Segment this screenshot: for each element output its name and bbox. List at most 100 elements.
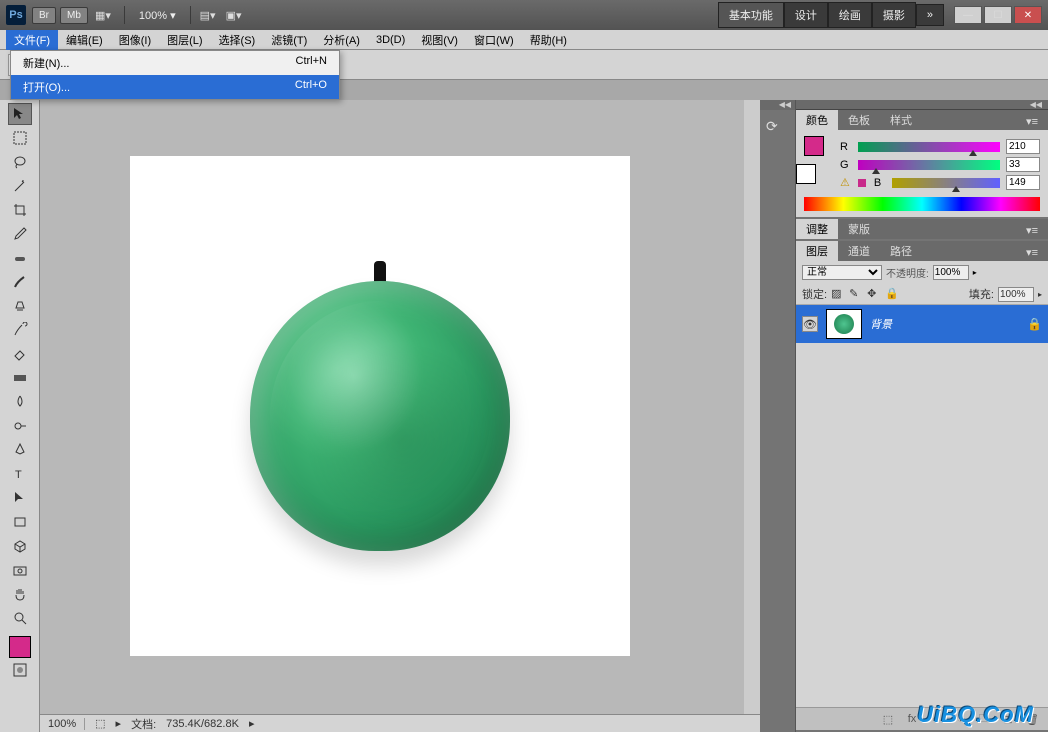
menu-window[interactable]: 窗口(W) bbox=[466, 30, 522, 50]
blur-tool[interactable] bbox=[8, 391, 32, 413]
opacity-value[interactable]: 100% bbox=[933, 265, 969, 280]
bridge-button[interactable]: Br bbox=[32, 7, 56, 24]
lock-label: 锁定: bbox=[802, 286, 827, 302]
zoom-tool[interactable] bbox=[8, 607, 32, 629]
panel-menu-icon[interactable]: ▾≡ bbox=[1016, 222, 1048, 239]
rectangle-tool[interactable] bbox=[8, 511, 32, 533]
menu-select[interactable]: 选择(S) bbox=[211, 30, 264, 50]
healing-brush-tool[interactable] bbox=[8, 247, 32, 269]
b-slider[interactable] bbox=[892, 178, 1000, 188]
menu-analysis[interactable]: 分析(A) bbox=[315, 30, 368, 50]
document-canvas[interactable] bbox=[130, 156, 630, 656]
menu-view[interactable]: 视图(V) bbox=[413, 30, 466, 50]
eyedropper-tool[interactable] bbox=[8, 223, 32, 245]
marquee-tool[interactable] bbox=[8, 127, 32, 149]
blend-mode-select[interactable]: 正常 bbox=[802, 265, 882, 280]
eraser-tool[interactable] bbox=[8, 343, 32, 365]
collapse-strip[interactable]: ◀◀ bbox=[796, 100, 1048, 110]
dodge-tool[interactable] bbox=[8, 415, 32, 437]
tab-styles[interactable]: 样式 bbox=[880, 110, 922, 130]
magic-wand-tool[interactable] bbox=[8, 175, 32, 197]
lasso-tool[interactable] bbox=[8, 151, 32, 173]
crop-tool[interactable] bbox=[8, 199, 32, 221]
tab-layers[interactable]: 图层 bbox=[796, 241, 838, 261]
menu-image[interactable]: 图像(I) bbox=[111, 30, 159, 50]
lock-position-icon[interactable]: ✥ bbox=[867, 287, 881, 301]
maximize-button[interactable]: ☐ bbox=[984, 6, 1012, 24]
3d-tool[interactable] bbox=[8, 535, 32, 557]
layer-thumbnail[interactable] bbox=[826, 309, 862, 339]
tab-masks[interactable]: 蒙版 bbox=[838, 219, 880, 239]
history-icon[interactable]: ⟳ bbox=[760, 110, 795, 143]
g-input[interactable] bbox=[1006, 157, 1040, 172]
view-extras-icon[interactable]: ▦▾ bbox=[92, 5, 114, 25]
status-doc-icon[interactable]: ⬚ bbox=[95, 717, 105, 730]
vertical-scrollbar[interactable] bbox=[744, 100, 760, 732]
history-brush-tool[interactable] bbox=[8, 319, 32, 341]
menu-3d[interactable]: 3D(D) bbox=[368, 32, 413, 48]
status-zoom[interactable]: 100% bbox=[48, 718, 85, 730]
move-tool[interactable] bbox=[8, 103, 32, 125]
tab-swatches[interactable]: 色板 bbox=[838, 110, 880, 130]
visibility-toggle[interactable]: 👁 bbox=[802, 316, 818, 332]
clone-stamp-tool[interactable] bbox=[8, 295, 32, 317]
workspace-design[interactable]: 设计 bbox=[784, 2, 828, 28]
gradient-tool[interactable] bbox=[8, 367, 32, 389]
fill-value[interactable]: 100% bbox=[998, 287, 1034, 302]
menu-file[interactable]: 文件(F) bbox=[6, 30, 58, 50]
zoom-level[interactable]: 100% ▾ bbox=[139, 9, 176, 22]
hand-tool[interactable] bbox=[8, 583, 32, 605]
miniBridge-button[interactable]: Mb bbox=[60, 7, 88, 24]
link-layers-icon[interactable]: ⬚ bbox=[878, 711, 898, 727]
gamut-warning-icon[interactable]: ⚠ bbox=[840, 176, 850, 189]
tab-color[interactable]: 颜色 bbox=[796, 110, 838, 130]
lock-all-icon[interactable]: 🔒 bbox=[885, 287, 899, 301]
color-spectrum[interactable] bbox=[804, 197, 1040, 211]
layer-background[interactable]: 👁 背景 🔒 bbox=[796, 305, 1048, 343]
panel-dock[interactable]: ◀◀ ⟳ bbox=[760, 100, 796, 732]
web-color-icon[interactable] bbox=[858, 179, 866, 187]
quick-mask-icon[interactable] bbox=[8, 659, 32, 681]
canvas-area[interactable] bbox=[40, 100, 760, 732]
status-doc-label: 文档: bbox=[131, 716, 156, 732]
arrange-docs-icon[interactable]: ▤▾ bbox=[197, 5, 219, 25]
panel-menu-icon[interactable]: ▾≡ bbox=[1016, 244, 1048, 261]
screen-mode-icon[interactable]: ▣▾ bbox=[223, 5, 245, 25]
camera-tool[interactable] bbox=[8, 559, 32, 581]
menu-open[interactable]: 打开(O)... Ctrl+O bbox=[11, 75, 339, 99]
tab-channels[interactable]: 通道 bbox=[838, 241, 880, 261]
pen-tool[interactable] bbox=[8, 439, 32, 461]
panel-menu-icon[interactable]: ▾≡ bbox=[1016, 113, 1048, 130]
menu-help[interactable]: 帮助(H) bbox=[522, 30, 575, 50]
foreground-color-swatch[interactable] bbox=[9, 636, 31, 658]
r-input[interactable] bbox=[1006, 139, 1040, 154]
minimize-button[interactable]: — bbox=[954, 6, 982, 24]
menu-edit[interactable]: 编辑(E) bbox=[58, 30, 111, 50]
g-slider[interactable] bbox=[858, 160, 1000, 170]
workspace-more[interactable]: » bbox=[916, 4, 944, 26]
lock-image-icon[interactable]: ✎ bbox=[849, 287, 863, 301]
menu-filter[interactable]: 滤镜(T) bbox=[263, 30, 315, 50]
status-doc-size: 735.4K/682.8K bbox=[166, 718, 239, 730]
lock-transparent-icon[interactable]: ▨ bbox=[831, 287, 845, 301]
r-label: R bbox=[840, 141, 852, 153]
workspace-painting[interactable]: 绘画 bbox=[828, 2, 872, 28]
tab-paths[interactable]: 路径 bbox=[880, 241, 922, 261]
menu-layer[interactable]: 图层(L) bbox=[159, 30, 210, 50]
workspace-essentials[interactable]: 基本功能 bbox=[718, 2, 784, 28]
menu-new[interactable]: 新建(N)... Ctrl+N bbox=[11, 51, 339, 75]
layer-name[interactable]: 背景 bbox=[870, 316, 892, 332]
r-slider[interactable] bbox=[858, 142, 1000, 152]
bg-color-swatch[interactable] bbox=[796, 164, 816, 184]
path-selection-tool[interactable] bbox=[8, 487, 32, 509]
close-button[interactable]: ✕ bbox=[1014, 6, 1042, 24]
brush-tool[interactable] bbox=[8, 271, 32, 293]
type-tool[interactable]: T bbox=[8, 463, 32, 485]
workspace-photography[interactable]: 摄影 bbox=[872, 2, 916, 28]
fg-color-swatch[interactable] bbox=[804, 136, 824, 156]
color-panel: ◀◀ 颜色 色板 样式 ▾≡ R bbox=[796, 100, 1048, 217]
b-input[interactable] bbox=[1006, 175, 1040, 190]
lock-indicator-icon: 🔒 bbox=[1027, 317, 1042, 331]
b-label: B bbox=[874, 177, 886, 189]
tab-adjustments[interactable]: 调整 bbox=[796, 219, 838, 239]
